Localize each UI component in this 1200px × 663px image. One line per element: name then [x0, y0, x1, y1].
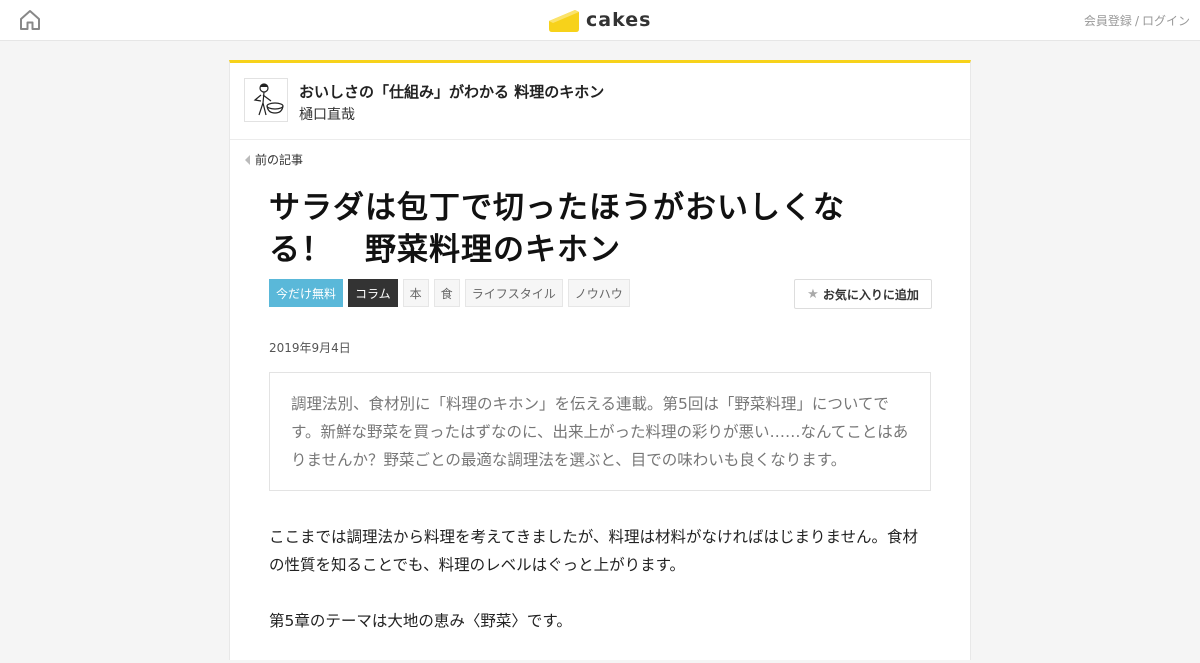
tag-food[interactable]: 食	[433, 279, 460, 307]
body-paragraph: 第5章のテーマは大地の恵み〈野菜〉です。	[269, 612, 572, 630]
article-card: おいしさの「仕組み」がわかる 料理のキホン 樋口直哉 前の記事 サラダは包丁で切…	[229, 60, 971, 660]
star-icon: ★	[807, 286, 819, 302]
cakes-logo[interactable]: cakes	[547, 6, 651, 34]
chevron-left-icon	[245, 154, 250, 165]
tag-knowhow[interactable]: ノウハウ	[567, 279, 630, 307]
article-title: サラダは包丁で切ったほうがおいしくなる！ 野菜料理のキホン	[269, 190, 845, 268]
publish-date: 2019年9月4日	[269, 341, 351, 355]
prev-article-label: 前の記事	[255, 153, 304, 167]
cake-slice-icon	[549, 10, 579, 32]
auth-links: 会員登録 / ログイン	[1084, 12, 1190, 29]
tag-lifestyle[interactable]: ライフスタイル	[464, 279, 563, 307]
auth-separator: /	[1134, 14, 1139, 28]
lead-summary: 調理法別、食材別に「料理のキホン」を伝える連載。第5回は「野菜料理」についてです…	[269, 372, 931, 491]
cook-illustration-icon	[253, 83, 284, 116]
series-thumbnail[interactable]	[244, 78, 288, 122]
tag-column[interactable]: コラム	[348, 279, 398, 307]
series-author[interactable]: 樋口直哉	[299, 104, 355, 124]
tag-free[interactable]: 今だけ無料	[269, 279, 344, 307]
register-link[interactable]: 会員登録	[1084, 14, 1132, 28]
tag-book[interactable]: 本	[402, 279, 429, 307]
login-link[interactable]: ログイン	[1142, 14, 1190, 28]
home-icon[interactable]	[18, 8, 42, 32]
series-header: おいしさの「仕組み」がわかる 料理のキホン 樋口直哉	[230, 63, 970, 140]
tag-list: 今だけ無料 コラム 本 食 ライフスタイル ノウハウ	[269, 279, 630, 307]
series-title[interactable]: おいしさの「仕組み」がわかる 料理のキホン	[299, 81, 604, 102]
body-paragraph: ここまでは調理法から料理を考えてきましたが、料理は材料がなければはじまりません。…	[269, 528, 918, 574]
logo-text: cakes	[586, 9, 652, 31]
top-bar: cakes 会員登録 / ログイン	[0, 0, 1200, 41]
add-favorite-label: お気に入りに追加	[822, 287, 919, 302]
article-body: ここまでは調理法から料理を考えてきましたが、料理は材料がなければはじまりません。…	[269, 523, 931, 663]
prev-article-link[interactable]: 前の記事	[245, 151, 303, 168]
add-favorite-button[interactable]: ★ お気に入りに追加	[794, 279, 932, 309]
